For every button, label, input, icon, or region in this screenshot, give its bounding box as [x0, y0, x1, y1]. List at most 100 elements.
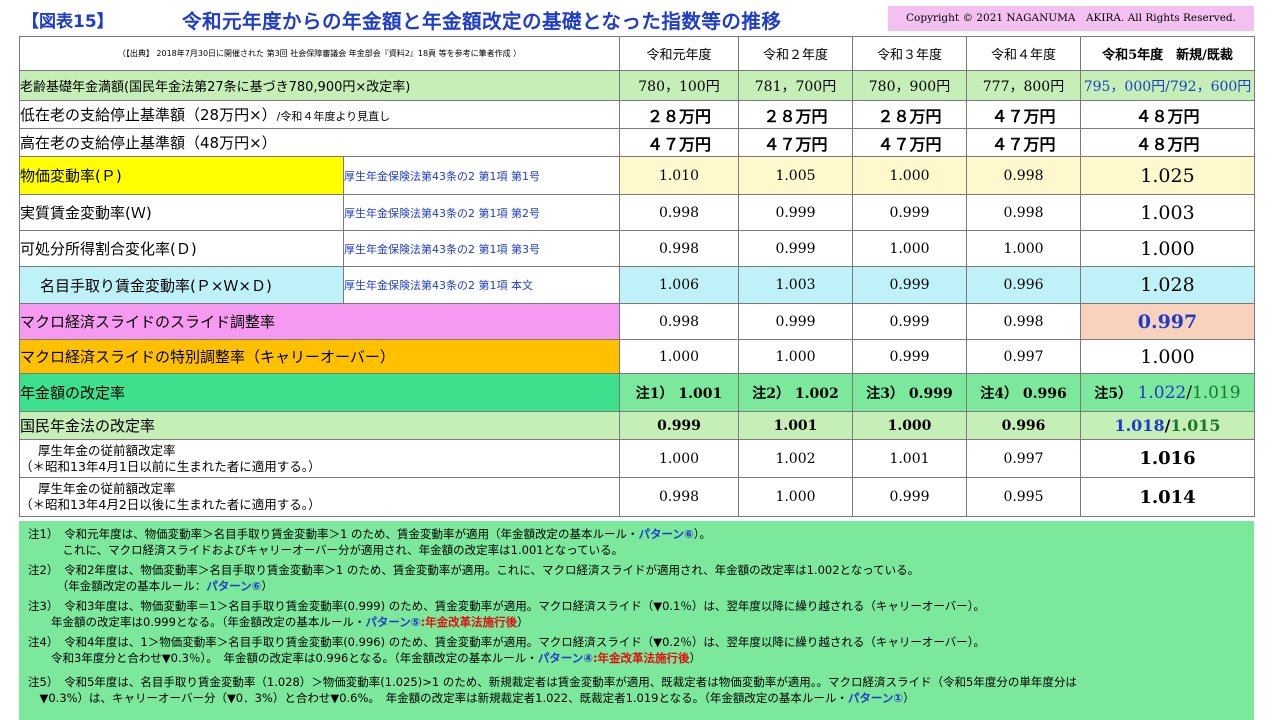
col-header-r5: 令和5年度 新規/既裁 [1080, 36, 1255, 71]
row-label: 高在老の支給停止基準額（48万円×） [19, 128, 620, 157]
table-cell: 0.998 [619, 477, 739, 517]
table-cell: 0.997 [966, 339, 1081, 374]
table-cell: 0.999 [738, 303, 853, 340]
header: 【図表15】 令和元年度からの年金額と年金額改定の基礎となった指数等の推移 Co… [0, 0, 1280, 36]
table-cell-r5: 1.016 [1080, 439, 1255, 478]
table-cell: 0.999 [852, 266, 967, 304]
law-reference: 厚生年金保険法第43条の2 第1項 第2号 [343, 194, 620, 231]
col-header-r1: 令和元年度 [619, 36, 739, 71]
table-cell: 1.001 [738, 411, 853, 440]
value-existing: 1.015 [1170, 416, 1221, 435]
table-row: 物価変動率(Ｐ) 厚生年金保険法第43条の2 第1項 第1号 1.010 1.0… [19, 156, 1255, 195]
table-cell: 注1） 1.001 [619, 373, 739, 412]
value-new: 1.018 [1114, 416, 1165, 435]
table-cell: 0.998 [619, 194, 739, 231]
table-cell: 780，100円 [619, 70, 739, 101]
row-label: 名目手取り賃金変動率(Ｐ×Ｗ×Ｄ) [19, 266, 344, 304]
table-row: 可処分所得割合変化率(Ｄ) 厚生年金保険法第43条の2 第1項 第3号 0.99… [19, 230, 1255, 267]
table-cell: 1.000 [619, 439, 739, 478]
law-reform-tag: :年金改革法施行後 [420, 615, 518, 629]
table-cell-r5: ４８万円 [1080, 128, 1255, 157]
table-cell-r5: 1.014 [1080, 477, 1255, 517]
row-label-line1: 厚生年金の従前額改定率 [38, 481, 176, 496]
table-row: 厚生年金の従前額改定率 （＊昭和13年4月1日以前に生まれた者に適用する。） 1.… [19, 439, 1255, 478]
table-row: 名目手取り賃金変動率(Ｐ×Ｗ×Ｄ) 厚生年金保険法第43条の2 第1項 本文 1… [19, 266, 1255, 304]
source-note: （【出典】 2018年7月30日に開催された 第3回 社会保障審議会 年金部会『… [19, 36, 620, 71]
table-cell-r5: 1.025 [1080, 156, 1255, 195]
note-line: 注2） 令和2年度は、物価変動率＞名目手取り賃金変動率＞1 のため、賃金変動率が… [28, 563, 920, 577]
note-line: 年金額の改定率は0.999となる。（年金額改定の基本ルール・パターン⑤:年金改革… [28, 615, 529, 629]
table-cell: 0.998 [966, 156, 1081, 195]
page-title: 令和元年度からの年金額と年金額改定の基礎となった指数等の推移 [182, 10, 782, 33]
note-line: 注1） 令和元年度は、物価変動率＞名目手取り賃金変動率＞1 のため、賃金変動率が… [28, 527, 711, 541]
table-row: マクロ経済スライドの特別調整率（キャリーオーバー） 1.000 1.000 0.… [19, 339, 1255, 374]
note-line: （年金額改定の基本ルール：パターン⑥） [28, 579, 273, 593]
table-cell: 0.999 [852, 477, 967, 517]
row-label: 年金額の改定率 [19, 373, 620, 412]
table-cell-r5: 1.028 [1080, 266, 1255, 304]
table-cell: 1.003 [738, 266, 853, 304]
table-cell: ２８万円 [738, 100, 853, 129]
note-line: 注4） 令和4年度は、1＞物価変動率＞名目手取り賃金変動率(0.996) のため… [28, 635, 986, 649]
table-cell: 1.010 [619, 156, 739, 195]
table-cell: 1.002 [738, 439, 853, 478]
table-row: 高在老の支給停止基準額（48万円×） ４７万円 ４７万円 ４７万円 ４７万円 ４… [19, 128, 1255, 157]
table-row: 低在老の支給停止基準額（28万円×）/令和４年度より見直し ２８万円 ２８万円 … [19, 100, 1255, 129]
pattern-ref: パターン⑥ [206, 579, 262, 593]
table-cell-r5: ４８万円 [1080, 100, 1255, 129]
table-cell: 781，700円 [738, 70, 853, 101]
table-cell: ４７万円 [966, 100, 1081, 129]
table-cell: ４７万円 [738, 128, 853, 157]
table-cell: 1.005 [738, 156, 853, 195]
table-cell: 注2） 1.002 [738, 373, 853, 412]
value-existing: 1.019 [1191, 382, 1241, 403]
table-cell: ４７万円 [966, 128, 1081, 157]
col-header-r2: 令和２年度 [738, 36, 853, 71]
table-row: 年金額の改定率 注1） 1.001 注2） 1.002 注3） 0.999 注4… [19, 373, 1255, 412]
table-cell: 1.001 [852, 439, 967, 478]
table-cell: ４７万円 [619, 128, 739, 157]
row-label-line2: （＊昭和13年4月2日以後に生まれた者に適用する。） [20, 497, 321, 512]
law-reference: 厚生年金保険法第43条の2 第1項 第1号 [343, 156, 620, 195]
table-cell: 1.000 [619, 339, 739, 374]
row-label: 老齢基礎年金満額(国民年金法第27条に基づき780,900円×改定率) [19, 70, 620, 101]
table-row: 実質賃金変動率(Ｗ) 厚生年金保険法第43条の2 第1項 第2号 0.998 0… [19, 194, 1255, 231]
row-label: 可処分所得割合変化率(Ｄ) [19, 230, 344, 267]
table-cell: 1.000 [966, 230, 1081, 267]
row-label: マクロ経済スライドのスライド調整率 [19, 303, 620, 340]
table-row: 厚生年金の従前額改定率 （＊昭和13年4月2日以後に生まれた者に適用する。） 0.… [19, 477, 1255, 517]
value-new: 1.022 [1137, 382, 1187, 403]
table-cell-r5: 1.000 [1080, 230, 1255, 267]
table-header-row: （【出典】 2018年7月30日に開催された 第3回 社会保障審議会 年金部会『… [19, 36, 1255, 71]
row-label: 実質賃金変動率(Ｗ) [19, 194, 344, 231]
table-cell-r5: 注5） 1.022/1.019 [1080, 373, 1255, 412]
table-cell: 1.000 [738, 477, 853, 517]
table-cell: 注4） 0.996 [966, 373, 1081, 412]
value-existing: 792，600円 [1169, 78, 1252, 95]
table-cell: 注3） 0.999 [852, 373, 967, 412]
table-cell: 780，900円 [852, 70, 967, 101]
notes-panel: 注1） 令和元年度は、物価変動率＞名目手取り賃金変動率＞1 のため、賃金変動率が… [19, 521, 1254, 720]
value-new: 795，000円 [1083, 78, 1166, 95]
figure-label: 【図表15】 [22, 12, 114, 32]
row-label: 国民年金法の改定率 [19, 411, 620, 440]
table-cell: 0.998 [966, 303, 1081, 340]
table-cell: 0.999 [619, 411, 739, 440]
table-cell: 1.000 [738, 339, 853, 374]
table-cell: 0.999 [738, 230, 853, 267]
table-cell: ２８万円 [619, 100, 739, 129]
pattern-ref: パターン④ [537, 651, 593, 665]
pattern-ref: パターン⑤ [365, 615, 421, 629]
pattern-ref: パターン① [847, 691, 904, 705]
table-cell-r5: 1.000 [1080, 339, 1255, 374]
table-cell: 1.000 [852, 230, 967, 267]
law-reference: 厚生年金保険法第43条の2 第1項 本文 [343, 266, 620, 304]
row-label: 厚生年金の従前額改定率 （＊昭和13年4月2日以後に生まれた者に適用する。） [19, 477, 620, 517]
table-cell-r5: 1.003 [1080, 194, 1255, 231]
col-header-r3: 令和３年度 [852, 36, 967, 71]
table-cell: ４７万円 [852, 128, 967, 157]
row-label-line1: 厚生年金の従前額改定率 [38, 442, 176, 458]
row-label: 物価変動率(Ｐ) [19, 156, 344, 195]
table-cell: 1.000 [852, 156, 967, 195]
row-label-text: 低在老の支給停止基準額（28万円×） [20, 106, 277, 124]
